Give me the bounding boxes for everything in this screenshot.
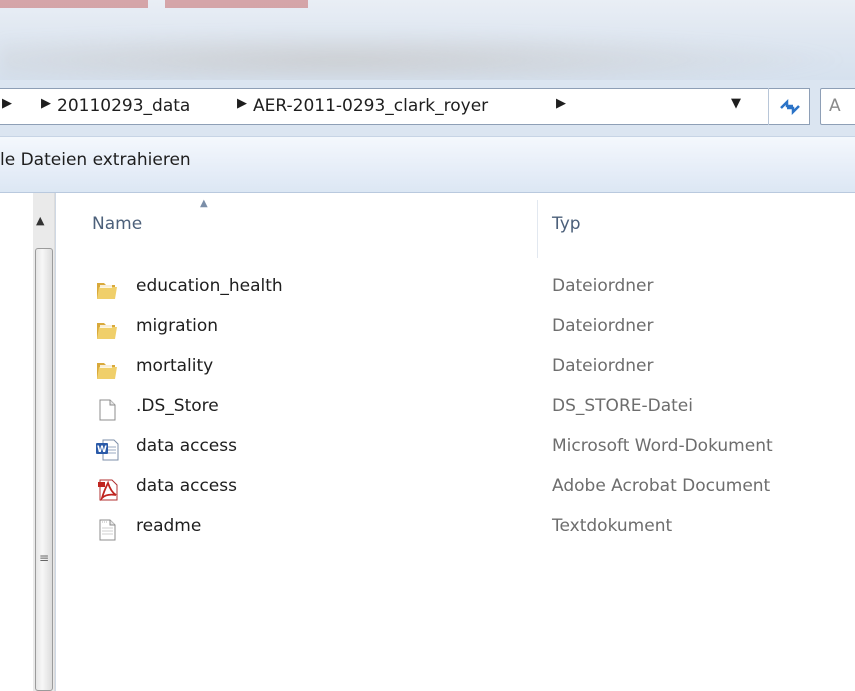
refresh-icon [779,98,800,115]
file-row-data-access-pdf[interactable]: data access Adobe Acrobat Document [56,471,855,511]
file-row-data-access-word[interactable]: W data access Microsoft Word-Dokument [56,431,855,471]
file-type: Dateiordner [552,276,654,296]
titlebar-tab-highlight [165,0,308,8]
navigation-pane[interactable] [0,193,34,691]
breadcrumb-separator-icon[interactable]: ▶ [2,96,12,111]
blank-file-icon [95,399,119,421]
file-name: data access [136,436,237,456]
scroll-up-icon[interactable]: ▲ [36,214,44,227]
file-name: .DS_Store [136,396,219,416]
file-row-ds-store[interactable]: .DS_Store DS_STORE-Datei [56,391,855,431]
command-toolbar: le Dateien extrahieren [0,136,855,193]
file-name: migration [136,316,219,336]
folder-icon [95,359,119,381]
svg-text:W: W [97,445,107,455]
file-name: mortality [136,356,214,376]
file-row-mortality[interactable]: mortality Dateiordner [56,351,855,391]
file-type: Dateiordner [552,356,654,376]
folder-icon [95,319,119,341]
breadcrumb-separator-icon[interactable]: ▶ [556,96,566,111]
refresh-button[interactable] [768,88,810,125]
file-type: Adobe Acrobat Document [552,476,771,496]
folder-icon [95,279,119,301]
file-name: readme [136,516,202,536]
search-placeholder: A [829,96,841,116]
text-file-icon [95,519,119,541]
breadcrumb-item[interactable]: 20110293_data [57,91,190,121]
file-type: Dateiordner [552,316,654,336]
column-divider[interactable] [537,200,538,258]
window-titlebar [0,0,855,80]
sort-ascending-icon: ▲ [200,198,208,209]
scrollbar-thumb[interactable] [35,248,53,691]
search-input[interactable]: A [820,88,855,125]
file-row-education-health[interactable]: education_health Dateiordner [56,271,855,311]
word-document-icon: W [95,439,119,461]
pdf-document-icon [95,479,119,502]
breadcrumb-separator-icon[interactable]: ▶ [237,96,247,111]
file-name: data access [136,476,237,496]
address-dropdown-icon[interactable]: ▼ [731,96,741,111]
scrollbar-grip-icon: ≡ [39,551,50,565]
breadcrumb-item[interactable]: AER-2011-0293_clark_royer [253,91,488,121]
extract-all-files-button[interactable]: le Dateien extrahieren [0,150,191,170]
file-type: Microsoft Word-Dokument [552,436,773,456]
column-header-type[interactable]: Typ [552,214,581,234]
file-type: DS_STORE-Datei [552,396,693,416]
titlebar-blurred-background [0,30,855,80]
breadcrumb-separator-icon[interactable]: ▶ [41,96,51,111]
titlebar-tab-highlight [0,0,148,8]
column-header-name[interactable]: Name [92,214,142,234]
file-type: Textdokument [552,516,673,536]
file-name: education_health [136,276,283,296]
file-row-migration[interactable]: migration Dateiordner [56,311,855,351]
file-row-readme[interactable]: readme Textdokument [56,511,855,551]
